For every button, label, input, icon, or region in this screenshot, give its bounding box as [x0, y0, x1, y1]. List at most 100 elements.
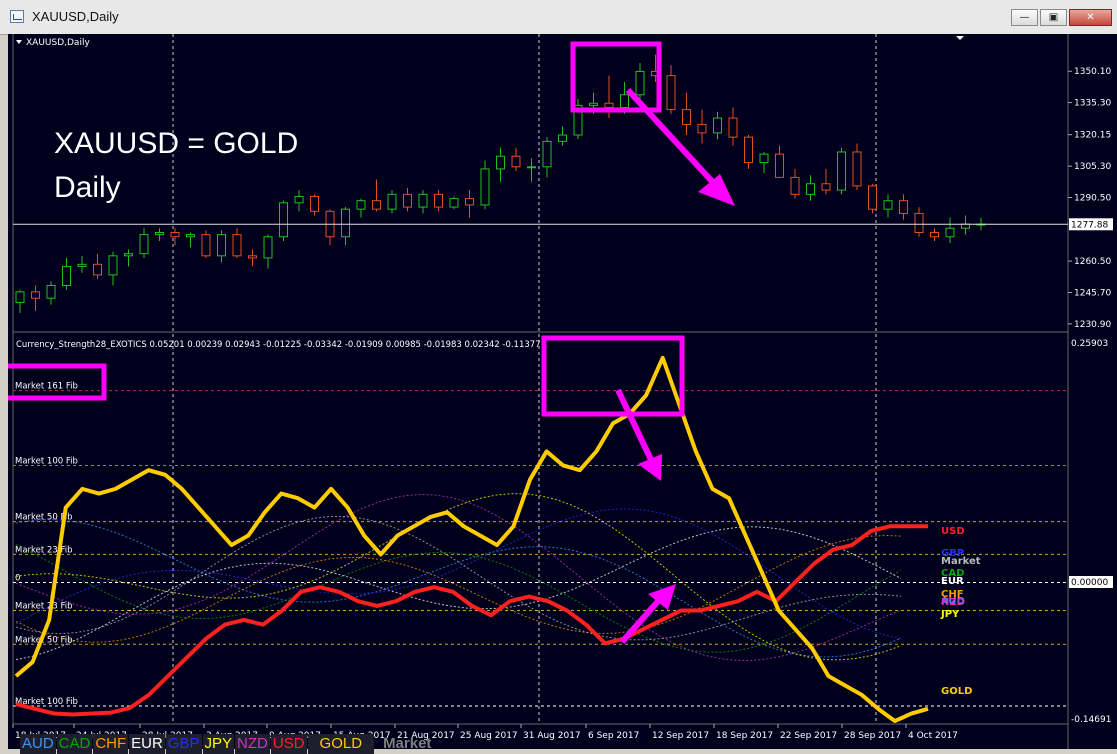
- candle-body: [139, 234, 149, 255]
- chart-menu-triangle-icon[interactable]: [16, 40, 22, 44]
- candle: [930, 228, 939, 241]
- currency-thin-line: [15, 515, 902, 641]
- candle-body: [46, 284, 56, 299]
- legend-item: NZD: [235, 734, 270, 754]
- candle: [31, 285, 40, 311]
- indicator-header: Currency_Strength28_EXOTICS 0.05201 0.00…: [16, 340, 541, 350]
- candle: [248, 249, 257, 267]
- maximize-button[interactable]: ▣: [1040, 9, 1067, 26]
- legend-item: GBP: [165, 734, 202, 754]
- candle: [434, 190, 443, 212]
- candle-body: [155, 232, 164, 236]
- candle: [527, 158, 536, 182]
- candle: [666, 65, 676, 114]
- price-scale: 1350.10 1335.30 1320.15 1305.30 1290.50 1260.…: [1068, 67, 1111, 330]
- close-button[interactable]: ✕: [1069, 9, 1112, 26]
- candle-body: [883, 200, 893, 210]
- indicator-up-arrow-line: [619, 597, 663, 644]
- candle: [852, 143, 862, 191]
- candle-body: [31, 291, 40, 299]
- indicator-pane[interactable]: Currency_Strength28_EXOTICS 0.05201 0.00…: [1, 335, 1113, 725]
- window-titlebar[interactable]: XAUUSD,Daily — ▣ ✕: [0, 0, 1117, 35]
- candle-body: [697, 123, 707, 134]
- candle-body: [201, 234, 211, 257]
- currency-right-label: GOLD: [941, 686, 972, 697]
- candle: [496, 147, 505, 182]
- chart-window[interactable]: XAUUSD,Daily 1350.10 1335.30 1320.15 1305.3…: [1, 34, 1117, 754]
- candle-body: [263, 236, 273, 259]
- candle: [697, 109, 707, 144]
- time-tick-label: 25 Aug 2017: [460, 731, 518, 741]
- fib-levels: Market 161 FibMarket 100 FibMarket 50 Fi…: [13, 382, 1068, 707]
- candle: [62, 257, 71, 290]
- candle-body: [372, 200, 381, 210]
- fib-level-label: Market 100 Fib: [15, 456, 78, 466]
- candle: [372, 179, 381, 212]
- candle-body: [821, 183, 831, 191]
- peak-highlight-box: [570, 41, 662, 113]
- candle: [511, 147, 521, 172]
- chart-annotation: XAUUSD = GOLD Daily: [54, 122, 298, 210]
- candle-body: [108, 255, 118, 276]
- candle: [77, 255, 87, 273]
- candle-body: [837, 151, 846, 191]
- currency-right-label: EUR: [941, 576, 964, 587]
- candle-body: [248, 255, 257, 259]
- fib-level-label: Market 161 Fib: [15, 382, 78, 392]
- currency-strength-lines: [15, 493, 902, 661]
- legend-item: JPY: [202, 734, 235, 754]
- candle-body: [403, 193, 412, 208]
- candle-body: [341, 208, 350, 238]
- candle-body: [682, 109, 691, 125]
- candle-body: [806, 183, 815, 195]
- candle-body: [604, 102, 614, 108]
- price-tick-label: 1320.15: [1074, 131, 1111, 141]
- price-tick-label: 1335.30: [1074, 99, 1111, 109]
- time-tick-label: 12 Sep 2017: [652, 731, 709, 741]
- candle-body: [914, 212, 924, 234]
- candle-body: [945, 227, 955, 238]
- time-tick-label: 6 Sep 2017: [588, 731, 639, 741]
- currency-right-labels: USDGBPMarketCADEURCHFAUDNZDJPYGOLD: [940, 526, 981, 697]
- candle-body: [93, 263, 102, 276]
- candle: [883, 194, 893, 218]
- candle: [155, 228, 164, 241]
- price-tick-label: 1260.50: [1074, 257, 1111, 267]
- candle-body: [15, 291, 25, 303]
- candle: [837, 147, 846, 195]
- candle: [914, 207, 924, 237]
- candle: [15, 289, 25, 314]
- candle: [759, 151, 769, 174]
- candle: [124, 249, 133, 267]
- close-icon: ✕: [1086, 12, 1095, 23]
- candle-body: [930, 232, 939, 238]
- candle-body: [480, 168, 490, 206]
- currency-right-label: USD: [941, 526, 965, 537]
- candle-body: [418, 193, 428, 208]
- time-tick-label: 4 Oct 2017: [908, 731, 958, 741]
- candle: [387, 190, 397, 214]
- candle: [139, 228, 149, 258]
- candle: [682, 92, 691, 136]
- chart-shift-marker-icon[interactable]: [956, 36, 964, 40]
- annotation-line-2: Daily: [54, 171, 121, 204]
- price-tick-label: 1305.30: [1074, 162, 1111, 172]
- candle-body: [124, 253, 133, 257]
- candle-body: [434, 193, 443, 208]
- minimize-button[interactable]: —: [1011, 9, 1038, 26]
- candle-body: [899, 200, 908, 214]
- candle-body: [496, 155, 505, 170]
- candle-body: [728, 117, 738, 138]
- current-price-label: 1277.88: [1071, 220, 1108, 230]
- candle: [868, 183, 877, 214]
- candle: [449, 196, 459, 210]
- price-tick-label: 1350.10: [1074, 67, 1111, 77]
- candle: [341, 207, 350, 246]
- candle: [403, 188, 412, 212]
- candle-body: [620, 94, 629, 108]
- candle: [325, 209, 335, 246]
- main-chart-label: XAUUSD,Daily: [26, 38, 90, 48]
- candle-body: [232, 234, 242, 257]
- indicator-bottom-value: -0.14691: [1071, 715, 1111, 725]
- fib-level-label: 0: [15, 573, 20, 583]
